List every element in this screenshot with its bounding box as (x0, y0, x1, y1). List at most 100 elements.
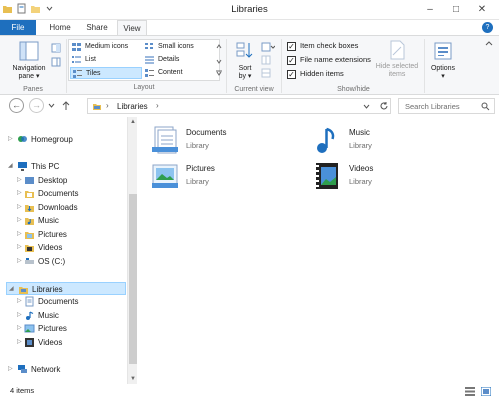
library-tile-music[interactable]: Music Library (312, 124, 462, 160)
sort-by-button[interactable]: Sort by ▾ (231, 40, 259, 81)
nav-pc-music[interactable]: ▷ Music (17, 214, 123, 227)
hidden-items-label: Hidden items (300, 69, 344, 78)
nav-this-pc[interactable]: ◢ This PC (8, 160, 123, 173)
expand-arrow-icon[interactable]: ▷ (17, 214, 23, 227)
options-button[interactable]: Options ▾ (428, 40, 458, 81)
expand-arrow-icon[interactable]: ▷ (8, 363, 14, 376)
expand-arrow-icon[interactable]: ▷ (17, 255, 23, 268)
expand-arrow-icon[interactable]: ▷ (8, 133, 14, 146)
help-icon[interactable]: ? (482, 22, 493, 33)
nav-libraries[interactable]: ◢ Libraries (6, 282, 126, 295)
collapse-arrow-icon[interactable]: ◢ (8, 160, 14, 173)
expand-arrow-icon[interactable]: ▷ (17, 295, 23, 308)
address-bar-row: ← → › Libraries › Search Libraries (0, 95, 499, 117)
layout-scroll-arrows[interactable] (215, 42, 223, 76)
layout-details[interactable]: Details (143, 54, 217, 66)
item-check-boxes-toggle[interactable]: ✓ Item check boxes (287, 40, 358, 52)
scrollbar-thumb[interactable] (129, 194, 137, 364)
recent-locations-icon[interactable] (48, 103, 55, 108)
hide-selected-items-button[interactable]: Hide selected items (373, 40, 421, 79)
size-columns-icon[interactable] (261, 68, 275, 78)
expand-arrow-icon[interactable]: ▷ (17, 336, 23, 349)
nav-pc-os-drive[interactable]: ▷ OS (C:) (17, 255, 123, 268)
expand-arrow-icon[interactable]: ▷ (17, 201, 23, 214)
ribbon-separator (424, 39, 425, 93)
group-by-icon[interactable] (261, 42, 275, 52)
expand-arrow-icon[interactable]: ▷ (17, 322, 23, 335)
collapse-arrow-icon[interactable]: ◢ (9, 283, 15, 296)
details-pane-icon[interactable] (51, 57, 61, 67)
hide-selected-label-2: items (388, 71, 406, 78)
nav-pane-scrollbar[interactable]: ▲ ▼ (127, 117, 137, 384)
minimize-button[interactable]: – (417, 1, 443, 18)
expand-arrow-icon[interactable]: ▷ (17, 309, 23, 322)
expand-arrow-icon[interactable]: ▷ (17, 228, 23, 241)
add-columns-icon[interactable] (261, 55, 275, 65)
nav-pc-pictures[interactable]: ▷ Pictures (17, 228, 123, 241)
expand-arrow-icon[interactable]: ▷ (17, 174, 23, 187)
tab-home[interactable]: Home (44, 20, 76, 36)
library-tile-videos[interactable]: Videos Library (312, 160, 462, 196)
tab-view[interactable]: View (117, 20, 147, 36)
address-bar[interactable]: › Libraries › (87, 98, 391, 114)
scroll-down-icon[interactable]: ▼ (130, 376, 136, 382)
tab-file[interactable]: File (0, 20, 36, 36)
library-tile-pictures[interactable]: Pictures Library (149, 160, 299, 196)
navigation-pane: ▷ Homegroup ◢ This PC ▷ Desktop ▷ Docume… (0, 117, 127, 384)
breadcrumb-libraries[interactable]: Libraries (117, 102, 148, 111)
expand-arrow-icon[interactable]: ▷ (17, 241, 23, 254)
layout-small-icons[interactable]: Small icons (143, 41, 217, 53)
preview-pane-icon[interactable] (51, 43, 61, 53)
breadcrumb-chevron-icon[interactable]: › (106, 101, 109, 110)
tab-share[interactable]: Share (82, 20, 112, 36)
scroll-up-icon[interactable]: ▲ (130, 119, 136, 125)
search-icon[interactable] (481, 102, 490, 111)
current-view-group-label: Current view (234, 86, 274, 93)
layout-list[interactable]: List (70, 54, 142, 66)
expand-arrow-icon[interactable]: ▷ (17, 187, 23, 200)
maximize-button[interactable]: □ (443, 1, 469, 18)
forward-button[interactable]: → (29, 98, 44, 113)
layout-content[interactable]: Content (143, 67, 217, 79)
breadcrumb-chevron-icon[interactable]: › (156, 101, 159, 110)
file-name-extensions-toggle[interactable]: ✓ File name extensions (287, 54, 371, 66)
nav-homegroup-label: Homegroup (31, 135, 73, 144)
hidden-items-checkbox[interactable]: ✓ (287, 70, 296, 79)
hidden-items-toggle[interactable]: ✓ Hidden items (287, 68, 344, 80)
file-name-extensions-checkbox[interactable]: ✓ (287, 56, 296, 65)
nav-pc-downloads[interactable]: ▷ Downloads (17, 201, 123, 214)
nav-pc-desktop[interactable]: ▷ Desktop (17, 174, 123, 187)
nav-lib-documents[interactable]: ▷ Documents (17, 295, 123, 308)
large-icons-view-icon[interactable] (481, 387, 491, 396)
up-arrow-icon[interactable] (61, 100, 71, 111)
nav-homegroup[interactable]: ▷ Homegroup (8, 133, 123, 146)
refresh-icon[interactable] (379, 101, 389, 111)
nav-network[interactable]: ▷ Network (8, 363, 123, 376)
item-check-boxes-checkbox[interactable]: ✓ (287, 42, 296, 51)
nav-lib-pictures[interactable]: ▷ Pictures (17, 322, 123, 335)
collapse-ribbon-icon[interactable] (485, 40, 493, 46)
nav-pc-videos[interactable]: ▷ Videos (17, 241, 123, 254)
nav-lib-music[interactable]: ▷ Music (17, 309, 123, 322)
search-input[interactable]: Search Libraries (405, 102, 460, 111)
nav-pc-os-drive-label: OS (C:) (38, 257, 66, 266)
nav-pc-documents[interactable]: ▷ Documents (17, 187, 123, 200)
layout-medium-icons[interactable]: Medium icons (70, 41, 142, 53)
item-check-boxes-label: Item check boxes (300, 41, 359, 50)
pictures-folder-icon (25, 232, 34, 239)
libraries-icon (93, 104, 101, 110)
documents-folder-icon (25, 191, 34, 198)
layout-tiles-label: Tiles (86, 70, 101, 77)
search-box[interactable]: Search Libraries (398, 98, 495, 114)
network-icon (18, 365, 27, 373)
navigation-pane-button[interactable]: Navigation pane ▾ (7, 40, 51, 81)
nav-pc-downloads-label: Downloads (38, 203, 78, 212)
content-icon (145, 69, 154, 77)
address-dropdown-icon[interactable] (363, 104, 370, 109)
back-button[interactable]: ← (9, 98, 24, 113)
layout-tiles[interactable]: Tiles (70, 67, 142, 79)
library-tile-documents[interactable]: Documents Library (149, 124, 299, 160)
close-button[interactable]: ✕ (469, 1, 495, 18)
details-view-icon[interactable] (465, 387, 475, 396)
nav-lib-videos[interactable]: ▷ Videos (17, 336, 123, 349)
